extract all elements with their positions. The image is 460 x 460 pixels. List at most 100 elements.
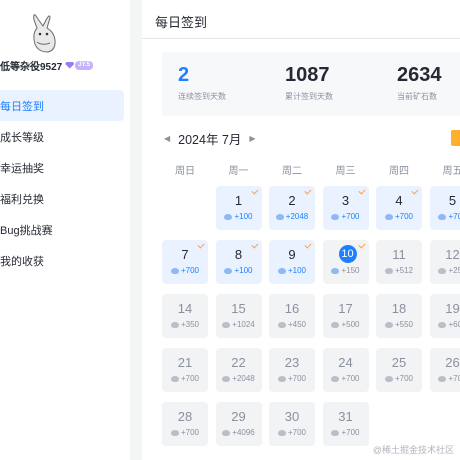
day-number: 31: [338, 409, 353, 424]
ore-reward: +700: [430, 212, 460, 221]
ore-icon: [438, 321, 447, 328]
ore-reward: +100: [269, 266, 315, 275]
ore-reward: +700: [269, 428, 315, 437]
ore-icon: [222, 429, 231, 436]
stat-value: 2634: [397, 64, 442, 86]
day-number: 14: [177, 301, 193, 316]
day-number: 17: [338, 301, 353, 316]
day-number: 25: [391, 355, 407, 370]
calendar-day-cell[interactable]: 9 +100: [269, 240, 315, 284]
day-number: 7: [181, 247, 189, 262]
stat-value: 2: [178, 64, 190, 86]
ore-amount: +700: [394, 212, 414, 221]
next-month-icon[interactable]: ▶: [249, 134, 255, 143]
day-number: 12: [445, 247, 460, 262]
ore-amount: +700: [180, 266, 200, 275]
calendar-day-cell[interactable]: 16 +450: [269, 294, 315, 338]
ore-reward: +512: [376, 266, 422, 275]
sidebar-item-my-harvest[interactable]: 我的收获: [0, 245, 124, 276]
ore-icon: [277, 429, 286, 436]
ore-amount: +700: [287, 374, 307, 383]
ore-amount: +100: [234, 212, 253, 221]
calendar-day-cell[interactable]: 23 +700: [269, 348, 315, 392]
calendar-day-cell[interactable]: 21 +700: [162, 348, 208, 392]
ore-icon: [331, 267, 340, 274]
weekday-label: 周二: [282, 166, 302, 177]
ore-amount: +512: [394, 266, 414, 275]
weekday-label: 周一: [228, 166, 249, 177]
ore-amount: +700: [287, 428, 307, 437]
ore-reward: +450: [269, 320, 315, 329]
watermark: @稀土掘金技术社区: [372, 445, 454, 455]
level-label: JY.5: [75, 60, 93, 70]
calendar-day-cell[interactable]: 14 +350: [162, 294, 208, 338]
sidebar-item-checkin[interactable]: 每日签到: [0, 90, 124, 121]
ore-amount: +2048: [232, 374, 255, 383]
calendar-day-cell[interactable]: 12 +250: [429, 240, 460, 284]
ore-reward: +700: [162, 266, 208, 275]
day-number: 3: [341, 193, 350, 208]
calendar-day-cell[interactable]: 4 +700: [376, 186, 422, 230]
ore-icon: [222, 321, 231, 328]
calendar-day-cell[interactable]: 30 +700: [269, 402, 315, 446]
month-switcher: ◀ 2024年 7月 ▶: [164, 130, 256, 147]
ore-icon: [384, 321, 393, 328]
ore-icon: [275, 213, 284, 220]
stat-label: 当前矿石数: [397, 92, 437, 101]
ore-reward: +600: [430, 320, 460, 329]
calendar-day-cell[interactable]: 8 +100: [215, 240, 262, 284]
ore-icon: [170, 429, 179, 436]
calendar-icon[interactable]: [451, 130, 460, 146]
day-number: 8: [234, 247, 243, 262]
ore-amount: +700: [341, 428, 360, 437]
calendar-day-cell[interactable]: 28 +700: [162, 402, 208, 446]
ore-amount: +550: [394, 320, 414, 329]
calendar-day-cell[interactable]: 25 +700: [376, 348, 422, 392]
calendar-day-cell[interactable]: 31 +700: [322, 402, 369, 446]
stat-label: 累计签到天数: [285, 92, 333, 101]
sidebar-item-rewards-exchange[interactable]: 福利兑换: [0, 183, 124, 214]
ore-amount: +150: [341, 266, 360, 275]
calendar-day-cell[interactable]: 5 +700: [429, 186, 460, 230]
calendar-day-cell[interactable]: 1 +100: [215, 186, 262, 230]
ore-reward: +700: [323, 212, 369, 221]
day-number: 10: [338, 245, 357, 263]
ore-icon: [438, 375, 447, 382]
ore-icon: [438, 267, 447, 274]
level-badge: JY.5: [65, 60, 93, 70]
day-number: 29: [231, 409, 246, 424]
calendar-day-cell[interactable]: 18 +550: [376, 294, 422, 338]
calendar-day-cell[interactable]: 22 +2048: [215, 348, 262, 392]
calendar-day-cell[interactable]: 29 +4096: [215, 402, 262, 446]
prev-month-icon[interactable]: ◀: [164, 134, 170, 143]
calendar-day-cell[interactable]: 19 +600: [429, 294, 460, 338]
calendar-day-cell[interactable]: 7 +700: [162, 240, 208, 284]
calendar-day-cell[interactable]: 15 +1024: [215, 294, 262, 338]
username[interactable]: 低等杂役9527: [0, 58, 62, 73]
calendar-day-cell[interactable]: 10 +150: [322, 240, 369, 284]
day-number: 24: [338, 355, 353, 370]
sidebar-item-bug-challenge[interactable]: Bug挑战赛: [0, 214, 124, 245]
sidebar-item-growth-level[interactable]: 成长等级: [0, 121, 124, 152]
ore-icon: [331, 321, 340, 328]
calendar-day-cell[interactable]: 24 +700: [322, 348, 369, 392]
ore-reward: +4096: [216, 428, 262, 437]
main-panel: 每日签到 2 连续签到天数 1087 累计签到天数 2634 当前矿石数 ◀ 2…: [142, 0, 460, 460]
ore-icon: [222, 375, 231, 382]
calendar-day-cell[interactable]: 26 +700: [429, 348, 460, 392]
ore-reward: +550: [376, 320, 422, 329]
ore-amount: +350: [180, 320, 200, 329]
sidebar-item-lucky-draw[interactable]: 幸运抽奖: [0, 152, 124, 183]
calendar-day-cell[interactable]: 11 +512: [376, 240, 422, 284]
ore-icon: [224, 267, 233, 274]
ore-amount: +700: [341, 374, 360, 383]
ore-amount: +450: [287, 320, 307, 329]
day-number: 30: [284, 409, 300, 424]
calendar-day-cell[interactable]: 3 +700: [322, 186, 369, 230]
avatar[interactable]: [22, 12, 62, 54]
calendar-day-cell[interactable]: 17 +500: [322, 294, 369, 338]
calendar-day-cell[interactable]: 2 +2048: [269, 186, 315, 230]
ore-amount: +2048: [285, 212, 309, 221]
day-number: 23: [284, 355, 300, 370]
stats-panel: 2 连续签到天数 1087 累计签到天数 2634 当前矿石数: [162, 52, 460, 116]
